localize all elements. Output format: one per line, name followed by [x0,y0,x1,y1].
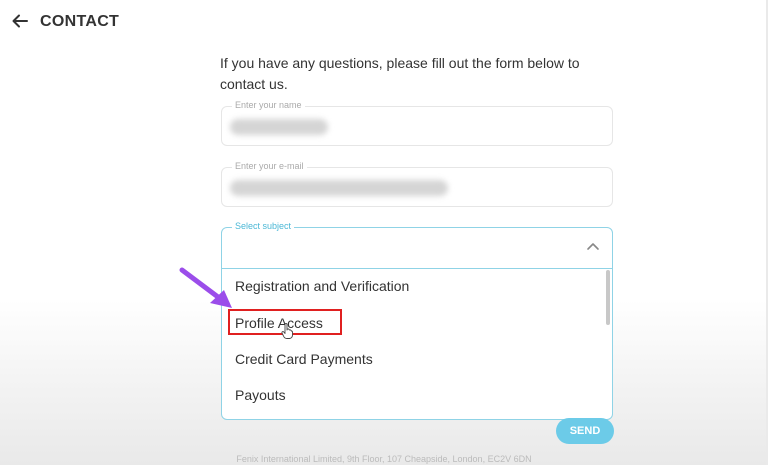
subject-option[interactable]: Credit Card Payments [222,341,604,377]
name-field[interactable]: Enter your name [221,100,613,146]
back-arrow-icon[interactable] [10,11,30,31]
email-value-redacted [230,180,448,196]
pointer-arrow-icon [179,267,232,308]
subject-option[interactable]: Registration and Verification [222,268,604,304]
name-field-label: Enter your name [232,100,305,110]
chevron-up-icon[interactable] [586,241,600,251]
subject-option[interactable]: Payouts [222,377,604,413]
header-bar: CONTACT [0,0,768,44]
dropdown-scrollbar[interactable] [605,270,610,416]
email-field-label: Enter your e-mail [232,161,307,171]
intro-text: If you have any questions, please fill o… [220,55,580,92]
subject-select-toggle[interactable] [222,228,612,269]
scrollbar-thumb[interactable] [606,270,610,325]
email-field[interactable]: Enter your e-mail [221,161,613,207]
name-value-redacted [230,119,328,135]
page-title: CONTACT [40,13,120,30]
send-button[interactable]: SEND [556,418,614,444]
hand-cursor-icon [281,323,293,339]
footer-address: Fenix International Limited, 9th Floor, … [236,454,532,464]
